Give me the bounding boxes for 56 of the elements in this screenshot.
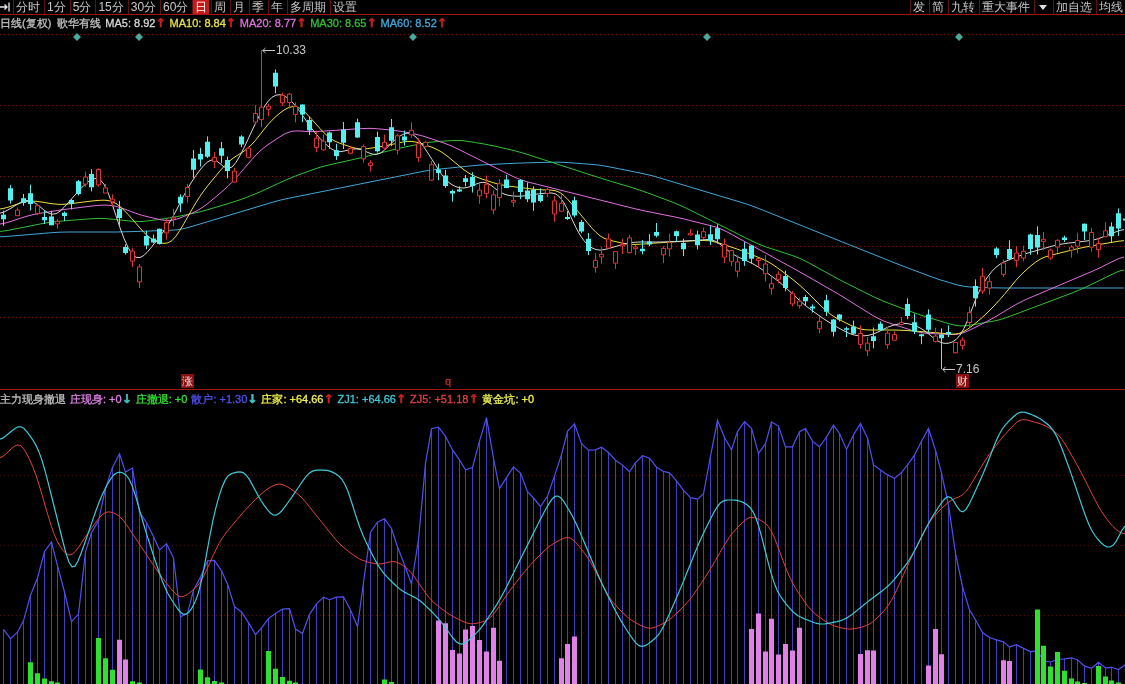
caret-icon — [1039, 4, 1047, 10]
period-tab[interactable]: 30分 — [127, 0, 159, 14]
diamond-icon — [73, 33, 81, 41]
toolbar-button[interactable]: 重大事件 — [979, 0, 1032, 14]
diamond-icon — [135, 33, 143, 41]
indicator-value: ZJ1: +64.66 — [337, 391, 396, 406]
event-mark[interactable]: q — [444, 374, 453, 388]
trend-arrow: ↑ — [395, 391, 406, 406]
leader-arrow — [262, 47, 275, 54]
period-tab[interactable]: 设置 — [330, 0, 360, 14]
trend-arrow: ↑ — [225, 16, 236, 30]
high-price-label: 10.33 — [276, 44, 307, 57]
trend-arrow: ↓ — [121, 391, 132, 406]
period-tab[interactable]: 1分 — [44, 0, 68, 14]
trend-arrow: ↑ — [468, 391, 479, 406]
period-tab[interactable]: 15分 — [95, 0, 126, 14]
indicator-name: 主力现身撤退 — [0, 391, 66, 406]
leader-arrow — [942, 366, 955, 373]
diamond-icon — [955, 33, 963, 41]
period-tab[interactable]: 日 — [192, 0, 210, 14]
low-price-label: 7.16 — [956, 363, 980, 376]
trend-arrow: ↑ — [436, 16, 447, 30]
moving-average-value: MA10: 8.84 — [169, 16, 226, 30]
indicator-value: 黄金坑: +0 — [482, 391, 535, 406]
stock-name: 歌华有线 — [57, 16, 102, 30]
moving-average-value: MA5: 8.92 — [105, 16, 156, 30]
period-tab[interactable]: 多周期 — [287, 0, 329, 14]
trend-arrow: ↑ — [366, 16, 377, 30]
event-tag[interactable]: 涨 — [181, 374, 194, 388]
period-label: 日线(复权) — [0, 16, 52, 30]
indicator-value: 庄撤退: +0 — [135, 391, 188, 406]
toolbar-button[interactable]: 简 — [929, 0, 946, 14]
indicator-value: ZJ5: +51.18 — [410, 391, 469, 406]
indicator-value: 庄家: +64.66 — [261, 391, 324, 406]
toolbar-button[interactable]: 加自选 — [1053, 0, 1094, 14]
arrow-to-bar-icon[interactable] — [0, 1, 10, 13]
toolbar-button[interactable]: 均线 — [1096, 0, 1125, 14]
diamond-icon — [409, 33, 417, 41]
diamond-icon — [703, 33, 711, 41]
moving-average-value: MA20: 8.77 — [239, 16, 297, 30]
period-tab[interactable]: 年 — [268, 0, 286, 14]
trend-arrow: ↑ — [296, 16, 307, 30]
trend-arrow: ↑ — [155, 16, 166, 30]
toolbar-button[interactable]: 发 — [910, 0, 927, 14]
period-tab[interactable]: 5分 — [69, 0, 94, 14]
toolbar-button[interactable]: 九转 — [948, 0, 977, 14]
indicator-value: 庄现身: +0 — [70, 391, 122, 406]
period-tab[interactable]: 季 — [249, 0, 267, 14]
period-tab[interactable]: 60分 — [160, 0, 191, 14]
trend-arrow: ↑ — [323, 391, 334, 406]
moving-average-value: MA60: 8.52 — [380, 16, 437, 30]
indicator-value: 散户: +1.30 — [191, 391, 248, 406]
event-tag[interactable]: 财 — [956, 374, 969, 388]
period-tab[interactable]: 分时 — [13, 0, 42, 14]
trend-arrow: ↓ — [247, 391, 258, 406]
moving-average-value: MA30: 8.65 — [310, 16, 367, 30]
